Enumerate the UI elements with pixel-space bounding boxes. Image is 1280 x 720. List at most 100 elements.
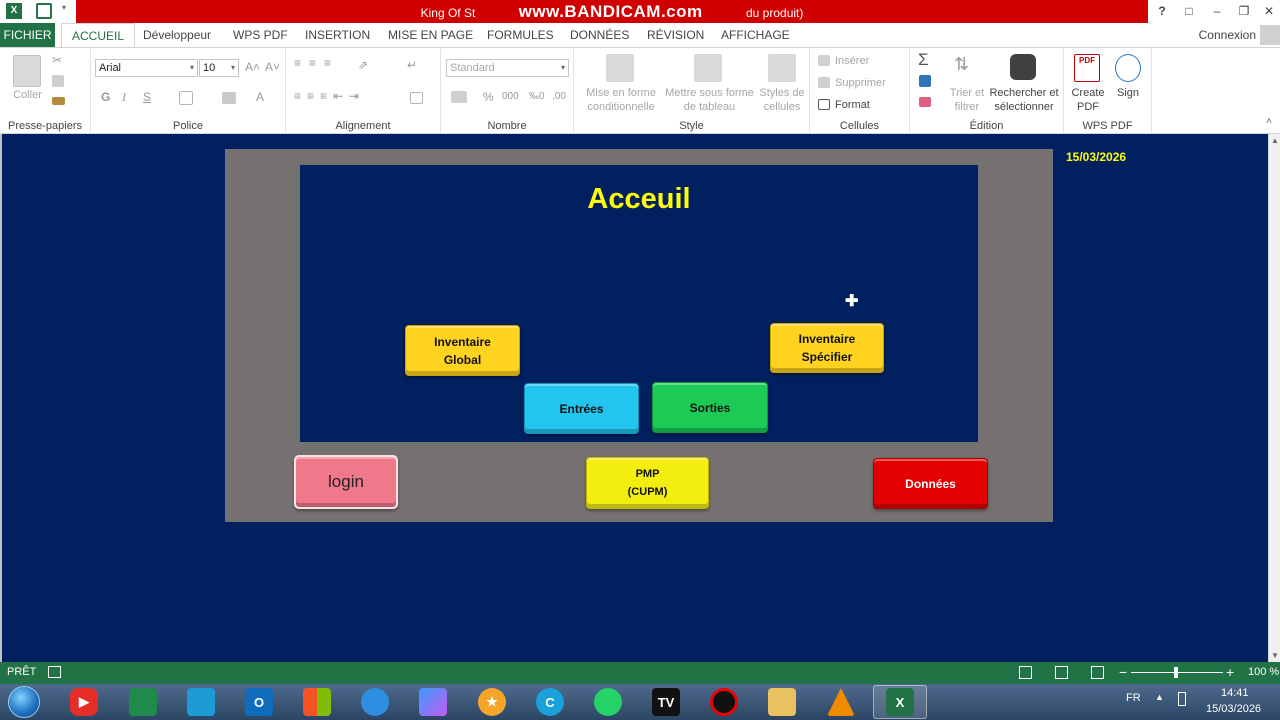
- tab-revision[interactable]: RÉVISION: [647, 23, 704, 47]
- sort-filter-button[interactable]: Trier et filtrer: [942, 86, 992, 114]
- clear-icon[interactable]: [919, 97, 931, 107]
- conditional-format-icon[interactable]: [606, 54, 634, 82]
- youtube-icon[interactable]: ▶: [70, 688, 98, 716]
- merge-cells-icon[interactable]: [410, 92, 423, 104]
- italic-button[interactable]: I: [122, 90, 126, 105]
- tab-formules[interactable]: FORMULES: [487, 23, 554, 47]
- currency-format-icon[interactable]: [451, 91, 467, 103]
- delete-cells-button[interactable]: Supprimer: [835, 76, 905, 90]
- close-button[interactable]: ✕: [1258, 2, 1280, 20]
- decrease-decimal-button[interactable]: ,00: [552, 91, 566, 102]
- zoom-level[interactable]: 100 %: [1248, 666, 1279, 678]
- orientation-icon[interactable]: ⇗: [358, 58, 368, 72]
- create-pdf-button[interactable]: Create PDF: [1067, 86, 1109, 114]
- favorites-app-icon[interactable]: ★: [478, 688, 506, 716]
- tab-wps-pdf[interactable]: WPS PDF: [233, 23, 288, 47]
- increase-decimal-button[interactable]: ‰0: [529, 91, 545, 102]
- horizontal-align-icons[interactable]: ≡≡≡⇤⇥: [294, 89, 365, 103]
- file-explorer-icon[interactable]: [768, 688, 796, 716]
- copy-icon[interactable]: [52, 75, 64, 87]
- sheets-app-icon[interactable]: [129, 688, 157, 716]
- font-name-select[interactable]: Arial ▾: [95, 59, 198, 77]
- paste-icon[interactable]: [13, 55, 41, 87]
- onedrive-icon[interactable]: [361, 688, 389, 716]
- minimize-button[interactable]: –: [1206, 2, 1228, 20]
- help-button[interactable]: ?: [1151, 2, 1173, 20]
- inventaire-specifier-button[interactable]: Inventaire Spécifier: [770, 323, 884, 373]
- save-icon[interactable]: [36, 3, 52, 19]
- conditional-format-button[interactable]: Mise en forme conditionnelle: [577, 86, 665, 114]
- borders-icon[interactable]: [179, 91, 193, 105]
- page-layout-view-icon[interactable]: [1055, 666, 1068, 679]
- ribbon-display-button[interactable]: □: [1178, 2, 1200, 20]
- tab-affichage[interactable]: AFFICHAGE: [721, 23, 790, 47]
- inventaire-global-button[interactable]: Inventaire Global: [405, 325, 520, 376]
- binoculars-icon[interactable]: [1010, 54, 1036, 80]
- format-as-table-icon[interactable]: [694, 54, 722, 82]
- tradingview-icon[interactable]: TV: [652, 688, 680, 716]
- font-size-select[interactable]: 10 ▾: [199, 59, 239, 77]
- sign-in-link[interactable]: Connexion: [1199, 23, 1256, 47]
- insert-cells-icon[interactable]: [818, 55, 830, 66]
- delete-cells-icon[interactable]: [818, 77, 830, 88]
- show-hidden-icons-icon[interactable]: ▲: [1155, 692, 1164, 702]
- percent-button[interactable]: %: [483, 90, 494, 104]
- thousands-button[interactable]: 000: [502, 91, 519, 102]
- vlc-icon[interactable]: [827, 688, 855, 716]
- paste-button[interactable]: Coller: [5, 88, 50, 102]
- cell-styles-button[interactable]: Styles de cellules: [757, 86, 807, 114]
- clock-time[interactable]: 14:41: [1221, 687, 1249, 699]
- sign-button[interactable]: Sign: [1110, 86, 1146, 100]
- store-app-icon[interactable]: [187, 688, 215, 716]
- fill-color-icon[interactable]: [222, 92, 236, 104]
- sort-filter-icon[interactable]: ⇅: [954, 54, 969, 75]
- vertical-scrollbar[interactable]: ▲ ▼: [1268, 134, 1280, 662]
- windows-store-icon[interactable]: [303, 688, 331, 716]
- entrees-button[interactable]: Entrées: [524, 383, 639, 434]
- cell-styles-icon[interactable]: [768, 54, 796, 82]
- grow-font-icon[interactable]: A˄: [245, 60, 260, 74]
- create-pdf-icon[interactable]: PDF: [1074, 54, 1100, 82]
- cut-icon[interactable]: ✂: [52, 53, 62, 67]
- number-format-select[interactable]: Standard ▾: [446, 59, 569, 77]
- collapse-ribbon-icon[interactable]: ˄: [1266, 116, 1272, 127]
- autosum-icon[interactable]: Σ: [918, 50, 929, 70]
- c-app-icon[interactable]: C: [536, 688, 564, 716]
- zoom-out-icon[interactable]: −: [1119, 664, 1127, 680]
- shrink-font-icon[interactable]: A˅: [265, 60, 280, 74]
- fill-icon[interactable]: [919, 75, 931, 87]
- user-icon[interactable]: [1260, 25, 1280, 45]
- tab-accueil[interactable]: ACCUEIL: [61, 23, 136, 48]
- clock-date[interactable]: 15/03/2026: [1206, 703, 1261, 715]
- input-language[interactable]: FR: [1126, 692, 1141, 704]
- customize-quick-access-icon[interactable]: ▾: [62, 3, 70, 19]
- format-cells-button[interactable]: Format: [835, 98, 905, 112]
- insert-cells-button[interactable]: Insérer: [835, 54, 905, 68]
- bold-button[interactable]: G: [101, 90, 110, 104]
- excel-taskbar-icon[interactable]: X: [886, 688, 914, 716]
- restore-button[interactable]: ❐: [1233, 2, 1255, 20]
- tab-mise-en-page[interactable]: MISE EN PAGE: [388, 23, 473, 47]
- start-button-icon[interactable]: [8, 686, 40, 718]
- tab-developpeur[interactable]: Développeur: [143, 23, 211, 47]
- scroll-up-icon[interactable]: ▲: [1271, 136, 1279, 145]
- login-button[interactable]: login: [294, 455, 398, 509]
- tab-insertion[interactable]: INSERTION: [305, 23, 370, 47]
- format-painter-icon[interactable]: [52, 97, 65, 105]
- vertical-align-icons[interactable]: ≡≡≡: [294, 56, 339, 70]
- whatsapp-icon[interactable]: [594, 688, 622, 716]
- donnees-button[interactable]: Données: [873, 458, 988, 509]
- format-cells-icon[interactable]: [818, 99, 830, 110]
- wrap-text-icon[interactable]: ↵: [407, 58, 417, 72]
- scroll-down-icon[interactable]: ▼: [1271, 651, 1279, 660]
- tab-fichier[interactable]: FICHIER: [0, 23, 55, 47]
- zoom-slider-thumb[interactable]: [1174, 667, 1178, 678]
- copilot-icon[interactable]: [419, 688, 447, 716]
- battery-icon[interactable]: [1178, 692, 1186, 706]
- bandicam-icon[interactable]: [710, 688, 738, 716]
- font-color-icon[interactable]: A: [256, 90, 264, 104]
- sorties-button[interactable]: Sorties: [652, 382, 768, 433]
- underline-button[interactable]: S: [143, 90, 151, 104]
- tab-donnees[interactable]: DONNÉES: [570, 23, 629, 47]
- find-select-button[interactable]: Rechercher et sélectionner: [986, 86, 1062, 114]
